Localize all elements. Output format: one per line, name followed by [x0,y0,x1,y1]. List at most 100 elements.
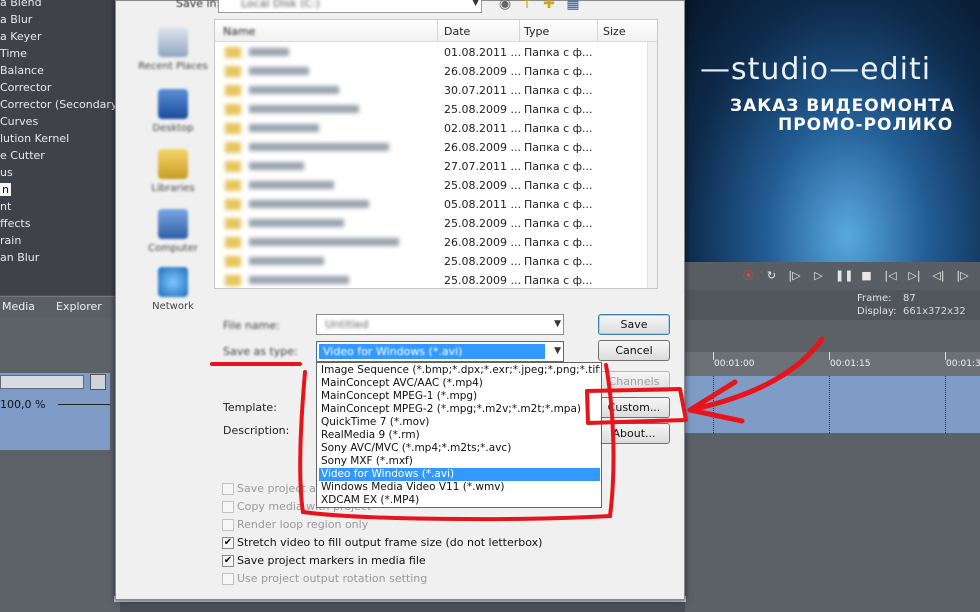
effect-item[interactable]: rain [0,232,21,249]
column-name[interactable]: Name [223,25,255,38]
tab-explorer[interactable]: Explorer [56,300,102,313]
checkbox-box[interactable] [222,501,234,513]
back-icon[interactable]: ◉ [496,0,514,13]
previous-frame-icon[interactable]: ◁| [931,268,946,283]
view-menu-icon[interactable]: ▦ [564,0,582,13]
track-fx-icon[interactable] [90,374,106,390]
effect-item[interactable]: nt [0,198,11,215]
file-name [249,181,334,189]
file-type-option[interactable]: MainConcept MPEG-2 (*.mpg;*.m2v;*.m2t;*.… [319,403,600,416]
file-type-option[interactable]: Video for Windows (*.avi) [319,468,600,481]
checkbox-box[interactable] [222,519,234,531]
effect-item[interactable]: a Blur [0,11,32,28]
channels-button[interactable]: Channels [598,371,670,392]
file-type-option[interactable]: Sony MXF (*.mxf) [319,455,600,468]
go-to-end-icon[interactable]: ▷| [907,268,922,283]
folder-icon [225,237,241,248]
timeline-ruler[interactable]: 00:01:00 00:01:15 00:01:30 [685,352,980,376]
file-date: 05.08.2011 ... [444,198,521,211]
effect-item[interactable]: Balance [0,62,44,79]
timeline-track[interactable] [685,376,980,433]
place-desktop[interactable]: Desktop [130,89,216,134]
effect-item[interactable]: Time [0,45,27,62]
file-date: 25.08.2009 ... [444,274,521,287]
file-row[interactable]: 02.08.2011 ... Папка с ф... [215,119,645,138]
file-row[interactable]: 25.08.2009 ... Папка с ф... [215,100,645,119]
file-row[interactable]: 25.08.2009 ... Папка с ф... [215,214,645,233]
track-name-field[interactable] [0,375,84,389]
file-row[interactable]: 01.08.2011 ... Папка с ф... [215,43,645,62]
track-level-slider[interactable] [58,404,110,405]
cancel-button[interactable]: Cancel [598,340,670,361]
effect-item[interactable]: an Blur [0,249,39,266]
effect-item[interactable]: a Blend [0,0,42,11]
option-checkbox[interactable]: ✔ Save project markers in media file [222,554,522,568]
column-type[interactable]: Type [524,25,549,38]
file-type-option[interactable]: Windows Media Video V11 (*.wmv) [319,481,600,494]
new-folder-icon[interactable]: ✚ [540,0,558,13]
file-list-scrollbar[interactable] [647,42,657,288]
play-from-start-icon[interactable]: |▷ [787,268,802,283]
file-row[interactable]: 25.08.2009 ... Папка с ф... [215,271,645,288]
stop-icon[interactable]: ■ [859,268,874,283]
render-as-dialog: Save in: Local Disk (C:) ▼ ◉ ↑ ✚ ▦ Recen… [115,0,685,600]
up-folder-icon[interactable]: ↑ [518,0,536,13]
file-type-option[interactable]: Sony AVC/MVC (*.mp4;*.m2ts;*.avc) [319,442,600,455]
checkbox-box[interactable] [222,573,234,585]
save-in-dropdown[interactable]: Local Disk (C:) ▼ [218,0,482,13]
file-row[interactable]: 25.08.2009 ... Папка с ф... [215,176,645,195]
go-to-start-icon[interactable]: |◁ [883,268,898,283]
preview-line-1: ЗАКАЗ ВИДЕОМОНТА [730,96,956,116]
effect-item[interactable]: e Cutter [0,147,45,164]
save-button[interactable]: Save [598,314,670,335]
file-row[interactable]: 26.08.2009 ... Папка с ф... [215,62,645,81]
file-type-option[interactable]: RealMedia 9 (*.rm) [319,429,600,442]
file-type-option[interactable]: XDCAM EX (*.MP4) [319,494,600,507]
file-row[interactable]: 30.07.2011 ... Папка с ф... [215,81,645,100]
pause-icon[interactable]: ❚❚ [835,268,853,283]
filename-input[interactable]: Untitled ▼ [316,314,564,335]
next-frame-icon[interactable]: |▷ [955,268,970,283]
play-icon[interactable]: ▷ [811,268,826,283]
file-type-option[interactable]: QuickTime 7 (*.mov) [319,416,600,429]
column-size[interactable]: Size [603,25,626,38]
about-button[interactable]: About... [598,423,670,444]
option-checkbox[interactable]: Render loop region only [222,518,522,532]
effect-item[interactable]: Curves [0,113,38,130]
place-network[interactable]: Network [130,267,216,312]
checkbox-box[interactable] [222,483,234,495]
display-label: Display: [857,306,897,317]
loop-icon[interactable]: ↻ [764,268,779,283]
file-type-option[interactable]: Image Sequence (*.bmp;*.dpx;*.exr;*.jpeg… [319,364,600,377]
file-row[interactable]: 26.08.2009 ... Папка с ф... [215,233,645,252]
place-computer[interactable]: Computer [130,209,216,254]
file-row[interactable]: 26.08.2009 ... Папка с ф... [215,138,645,157]
checkbox-box[interactable]: ✔ [222,555,234,567]
effect-item[interactable]: Corrector [0,79,51,96]
file-date: 01.08.2011 ... [444,46,521,59]
file-list[interactable]: Name Date Type Size 01.08.2011 ... Папка … [214,19,658,289]
effect-item[interactable]: n [0,181,11,198]
custom-button[interactable]: Custom... [598,397,670,418]
file-row[interactable]: 05.08.2011 ... Папка с ф... [215,195,645,214]
place-libraries[interactable]: Libraries [130,149,216,194]
effect-item[interactable]: lution Kernel [0,130,69,147]
option-checkbox[interactable]: ✔ Stretch video to fill output frame size… [222,536,542,550]
place-recent-places[interactable]: Recent Places [130,27,216,72]
effect-item[interactable]: us [0,164,13,181]
record-icon[interactable]: ⦿ [741,268,756,283]
file-row[interactable]: 25.08.2009 ... Папка с ф... [215,252,645,271]
tab-media[interactable]: Media [2,300,35,313]
file-type-option[interactable]: MainConcept AVC/AAC (*.mp4) [319,377,600,390]
effect-item[interactable]: ffects [0,215,30,232]
file-row[interactable]: 27.07.2011 ... Папка с ф... [215,157,645,176]
effect-item[interactable]: a Keyer [0,28,41,45]
option-checkbox[interactable]: Use project output rotation setting [222,572,522,586]
checkbox-box[interactable]: ✔ [222,537,234,549]
file-list-horizontal-scrollbar[interactable] [215,288,658,289]
file-type-option[interactable]: MainConcept MPEG-1 (*.mpg) [319,390,600,403]
column-date[interactable]: Date [444,25,470,38]
effect-item-label: n [0,183,11,196]
effect-item[interactable]: Corrector (Secondary) [0,96,122,113]
save-as-type-select[interactable]: Video for Windows (*.avi) ▼ [316,341,564,362]
